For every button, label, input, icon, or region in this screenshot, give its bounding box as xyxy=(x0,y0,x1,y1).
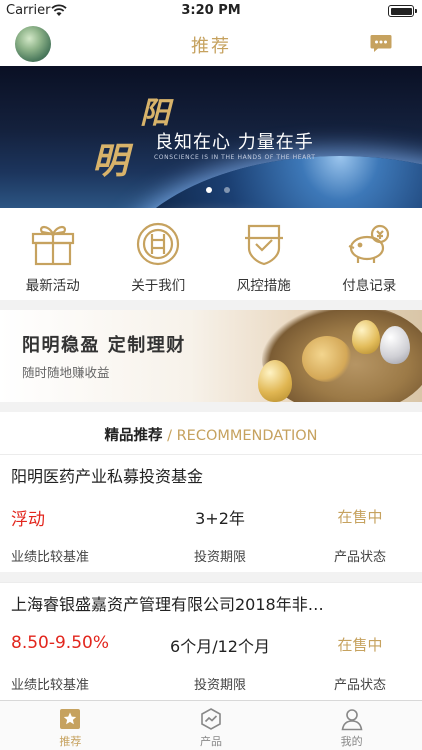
status-label: 产品状态 xyxy=(333,550,386,565)
battery-icon xyxy=(388,5,417,17)
recommendation-title-cn: 精品推荐 xyxy=(104,428,163,444)
star-icon xyxy=(60,709,81,729)
banner-carousel[interactable]: 阳 明 良知在心 力量在手 CONSCIENCE IS IN THE HANDS… xyxy=(0,66,422,208)
banner-calligraphy-top: 阳 xyxy=(140,96,170,131)
promo-subtitle: 随时随地赚收益 xyxy=(22,365,110,380)
quick-item-label: 关于我们 xyxy=(131,278,186,294)
quick-item-activities[interactable]: 最新活动 xyxy=(0,208,106,300)
product-rate: 浮动 xyxy=(11,510,45,530)
quick-item-risk-control[interactable]: 风控措施 xyxy=(211,208,317,300)
silver-egg-illustration xyxy=(380,326,410,364)
page-title: 推荐 xyxy=(191,36,231,57)
promo-banner[interactable]: 阳明稳盈 定制理财 随时随地赚收益 xyxy=(0,310,422,402)
coins-illustration xyxy=(302,336,352,382)
term-label: 投资期限 xyxy=(193,550,246,565)
chart-icon xyxy=(201,708,221,730)
tab-label: 产品 xyxy=(200,735,222,748)
tab-recommend[interactable]: 推荐 xyxy=(0,701,141,750)
quick-item-interest-record[interactable]: 付息记录 xyxy=(317,208,422,300)
quick-item-label: 最新活动 xyxy=(25,278,80,294)
tab-products[interactable]: 产品 xyxy=(141,701,282,750)
piggy-bank-icon xyxy=(348,224,390,263)
golden-egg-illustration xyxy=(258,360,292,402)
quick-item-label: 付息记录 xyxy=(342,278,397,294)
product-card[interactable]: 上海睿银盛嘉资产管理有限公司2018年非… 8.50-9.50% 6个月/12个… xyxy=(0,582,422,700)
product-name: 阳明医药产业私募投资基金 xyxy=(11,467,204,486)
term-label: 投资期限 xyxy=(193,678,246,693)
product-status: 在售中 xyxy=(337,636,383,654)
rate-label: 业绩比较基准 xyxy=(11,678,90,693)
tab-label: 我的 xyxy=(340,735,363,748)
recommendation-header: 精品推荐 / RECOMMENDATION xyxy=(0,412,422,454)
banner-calligraphy-bottom: 明 xyxy=(92,140,129,182)
status-label: 产品状态 xyxy=(333,678,386,693)
tab-label: 推荐 xyxy=(59,735,82,748)
company-logo-icon xyxy=(137,222,180,266)
gift-icon xyxy=(31,225,74,266)
banner-slogan-en: CONSCIENCE IS IN THE HANDS OF THE HEART xyxy=(154,154,316,161)
carousel-dot-1[interactable] xyxy=(206,187,212,193)
product-card[interactable]: 阳明医药产业私募投资基金 浮动 3+2年 在售中 业绩比较基准 投资期限 产品状… xyxy=(0,454,422,572)
golden-egg-illustration xyxy=(352,320,380,354)
quick-item-label: 风控措施 xyxy=(236,278,291,294)
status-bar: Carrier 3:20 PM xyxy=(0,0,422,22)
product-term: 6个月/12个月 xyxy=(170,637,270,656)
recommendation-title-en: / RECOMMENDATION xyxy=(162,428,318,444)
product-status: 在售中 xyxy=(337,508,383,526)
product-name: 上海睿银盛嘉资产管理有限公司2018年非… xyxy=(11,595,324,614)
user-icon xyxy=(341,709,363,731)
earth-illustration xyxy=(110,156,422,208)
quick-menu: 最新活动 关于我们 风控措施 付息记录 xyxy=(0,208,422,300)
quick-item-about[interactable]: 关于我们 xyxy=(106,208,212,300)
carousel-dot-2[interactable] xyxy=(224,187,230,193)
chat-bubble-icon[interactable] xyxy=(370,34,392,53)
shield-icon xyxy=(244,224,283,266)
product-term: 3+2年 xyxy=(195,509,245,528)
rate-label: 业绩比较基准 xyxy=(11,550,90,565)
nav-bar: 推荐 xyxy=(0,22,422,66)
tab-mine[interactable]: 我的 xyxy=(281,701,422,750)
promo-headline: 阳明稳盈 定制理财 xyxy=(22,335,186,356)
clock: 3:20 PM xyxy=(181,3,241,18)
tab-bar: 推荐 产品 我的 xyxy=(0,700,422,750)
product-rate: 8.50-9.50% xyxy=(11,633,109,653)
banner-slogan: 良知在心 力量在手 xyxy=(155,132,314,153)
